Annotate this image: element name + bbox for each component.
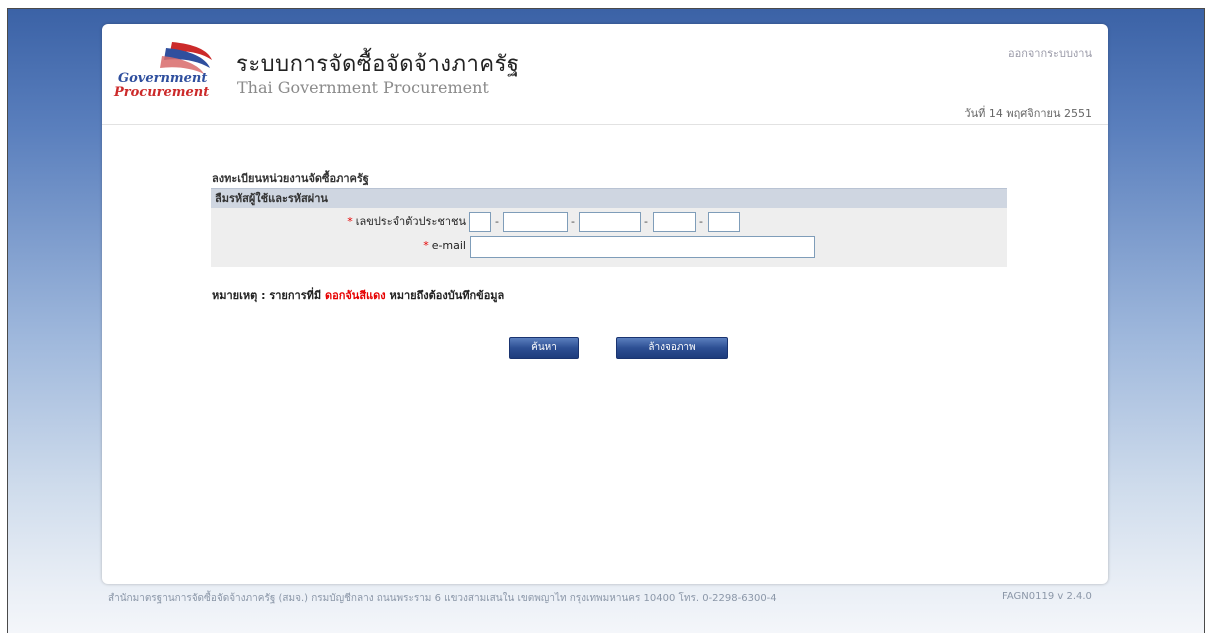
note-highlight: ดอกจันสีแดง [324,289,386,302]
clear-screen-button[interactable]: ล้างจอภาพ [616,337,728,359]
citizen-id-part-2[interactable] [503,212,568,232]
search-button[interactable]: ค้นหา [509,337,579,359]
system-title-english: Thai Government Procurement [237,78,489,97]
citizen-id-row: * เลขประจำตัวประชาชน - - - - [211,211,1007,233]
citizen-id-label-text: เลขประจำตัวประชาชน [355,215,466,228]
logo-text-line1: Government [118,71,207,86]
email-label-text: e-mail [431,239,466,252]
section-header: ลืมรหัสผู้ใช้และรหัสผ่าน [211,188,1007,208]
note-suffix: หมายถึงต้องบันทึกข้อมูล [385,289,505,302]
forgot-credentials-form: ลืมรหัสผู้ใช้และรหัสผ่าน * เลขประจำตัวประ… [211,188,1007,267]
id-separator: - [644,215,648,228]
id-separator: - [699,215,703,228]
current-date: วันที่ 14 พฤศจิกายน 2551 [964,107,1092,120]
header-divider [102,124,1108,125]
citizen-id-part-5[interactable] [708,212,740,232]
email-row: * e-mail [211,235,1007,258]
system-title-thai: ระบบการจัดซื้อจัดจ้างภาครัฐ [236,52,520,77]
email-input[interactable] [470,236,815,258]
required-asterisk: * [423,239,429,252]
email-label: * e-mail [423,235,466,257]
id-separator: - [495,215,499,228]
gprocurement-logo: Government Procurement [112,38,220,102]
form-title: ลงทะเบียนหน่วยงานจัดซื้อภาครัฐ [212,172,369,185]
citizen-id-part-3[interactable] [579,212,641,232]
browser-frame: Government Procurement ระบบการจัดซื้อจัด… [7,8,1205,633]
id-separator: - [571,215,575,228]
main-panel: Government Procurement ระบบการจัดซื้อจัด… [102,24,1108,584]
required-note: หมายเหตุ : รายการที่มี ดอกจันสีแดง หมายถ… [212,286,504,304]
footer-version: FAGN0119 v 2.4.0 [1002,591,1092,602]
citizen-id-part-1[interactable] [469,212,491,232]
citizen-id-part-4[interactable] [653,212,696,232]
required-asterisk: * [347,215,353,228]
citizen-id-label: * เลขประจำตัวประชาชน [347,211,466,233]
logo-text-line2: Procurement [113,85,209,100]
note-prefix: หมายเหตุ : รายการที่มี [212,289,325,302]
logout-link[interactable]: ออกจากระบบงาน [1008,44,1092,62]
footer-address: สำนักมาตรฐานการจัดซื้อจัดจ้างภาครัฐ (สมจ… [108,593,777,604]
